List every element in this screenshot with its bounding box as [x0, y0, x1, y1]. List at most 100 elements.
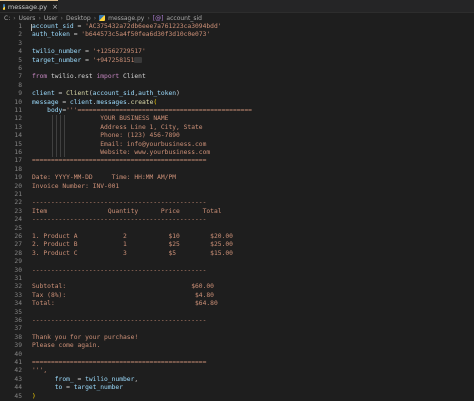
code-token: ) — [176, 90, 180, 98]
breadcrumb-item-drive[interactable]: C: — [4, 15, 10, 22]
code-line[interactable]: 11 body='''=============================… — [0, 107, 474, 115]
code-line[interactable]: 27 2. Product B 1 $25 $25.00 — [0, 241, 474, 249]
code-line[interactable]: 1 account_sid = 'AC375432a72db6eee7a76122… — [0, 23, 474, 31]
code-line[interactable]: 2 auth_token = 'b644573c5a4f50fea6d30f3d1… — [0, 31, 474, 39]
code-line[interactable]: 8 — [0, 82, 474, 90]
code-token: = — [73, 23, 86, 30]
code-text: message = client.messages.create( — [32, 99, 157, 107]
tab-label: message.py — [7, 2, 48, 11]
breadcrumb-item-symbol[interactable]: account_sid — [166, 15, 202, 22]
code-token: Tax (8%): $4.80 — [32, 291, 214, 299]
code-text: 1. Product A 2 $10 $20.00 — [32, 233, 233, 241]
code-token: Website: www.yourbusiness.com — [32, 149, 211, 156]
code-token: ) — [32, 392, 36, 400]
code-token: twilio_number — [32, 48, 82, 56]
code-line[interactable]: 29 — [0, 258, 474, 266]
code-text: Subtotal: $60.00 — [32, 283, 214, 291]
code-token: 'b644573c5a4f50fea6d30f3d10c0e073' — [81, 31, 211, 39]
code-line[interactable]: 21 — [0, 191, 474, 199]
code-line[interactable]: 45) — [0, 393, 474, 401]
code-line[interactable]: 39 Please come again. — [0, 342, 474, 350]
code-text: ----------------------------------------… — [32, 317, 206, 325]
code-line[interactable]: 12 YOUR BUSINESS NAME — [0, 115, 474, 123]
breadcrumb-item-desktop[interactable]: Desktop — [66, 15, 91, 22]
code-text: to = target_number — [32, 384, 123, 392]
code-editor[interactable]: 1 account_sid = 'AC375432a72db6eee7a76122… — [0, 23, 474, 401]
code-line[interactable]: 44 to = target_number — [0, 384, 474, 392]
code-text: Address Line 1, City, State — [32, 124, 202, 132]
code-token: = — [73, 375, 86, 383]
code-line[interactable]: 26 1. Product A 2 $10 $20.00 — [0, 233, 474, 241]
code-line[interactable]: 19 Date: YYYY-MM-DD Time: HH:MM AM/PM — [0, 174, 474, 182]
code-text: Tax (8%): $4.80 — [32, 292, 214, 300]
code-line[interactable]: 33 Tax (8%): $4.80 — [0, 292, 474, 300]
line-number: 32 — [14, 283, 22, 291]
line-number: 39 — [14, 342, 22, 350]
tab-message-py[interactable]: message.py × — [0, 0, 58, 12]
indent-guide — [60, 115, 61, 158]
python-file-icon — [3, 3, 5, 10]
code-line[interactable]: 22 --------------------------------------… — [0, 199, 474, 207]
code-line[interactable]: 15 Email: info@yourbusiness.com — [0, 141, 474, 149]
code-line[interactable]: 36 --------------------------------------… — [0, 317, 474, 325]
code-line[interactable]: 25 — [0, 225, 474, 233]
line-number: 34 — [14, 300, 22, 308]
code-line[interactable]: 31 — [0, 275, 474, 283]
code-line[interactable]: 40 — [0, 351, 474, 359]
code-line[interactable]: 24 --------------------------------------… — [0, 216, 474, 224]
code-token: twilio_number — [85, 375, 135, 383]
code-line[interactable]: 6 — [0, 65, 474, 73]
line-number: 1 — [18, 23, 22, 30]
code-line[interactable]: 3 — [0, 40, 474, 48]
code-text: Date: YYYY-MM-DD Time: HH:MM AM/PM — [32, 174, 176, 182]
code-token: '+12562729517' — [92, 48, 146, 56]
breadcrumb-item-user[interactable]: User — [44, 15, 58, 22]
code-line[interactable]: 32 Subtotal: $60.00 — [0, 283, 474, 291]
code-line[interactable]: 9 client = Client(account_sid,auth_token) — [0, 90, 474, 98]
code-text: body='''================================… — [32, 107, 252, 115]
code-line[interactable]: 5 target_number = '+947258151 — [0, 56, 474, 65]
code-line[interactable]: 16 Website: www.yourbusiness.com — [0, 149, 474, 157]
line-number: 7 — [18, 73, 22, 81]
code-line[interactable]: 34 Total: $64.80 — [0, 300, 474, 308]
line-number: 5 — [18, 56, 22, 64]
code-line[interactable]: 7 from twilio.rest import Client — [0, 73, 474, 81]
line-number: 4 — [18, 48, 22, 56]
code-line[interactable]: 4 twilio_number = '+12562729517' — [0, 48, 474, 56]
breadcrumb-item-users[interactable]: Users — [19, 15, 36, 22]
code-text: Please come again. — [32, 342, 100, 350]
code-token: ----------------------------------------… — [32, 216, 207, 224]
code-line[interactable]: 14 Phone: (123) 456-7890 — [0, 132, 474, 140]
code-token: Client — [66, 90, 89, 98]
code-text: ----------------------------------------… — [32, 199, 206, 207]
code-line[interactable]: 28 3. Product C 3 $5 $15.00 — [0, 250, 474, 258]
code-line[interactable]: 37 — [0, 325, 474, 333]
code-token: message — [32, 98, 59, 106]
code-line[interactable]: 30 --------------------------------------… — [0, 267, 474, 275]
code-line[interactable]: 13 Address Line 1, City, State — [0, 124, 474, 132]
code-line[interactable]: 35 — [0, 309, 474, 317]
code-token: '+947258151 — [92, 56, 135, 64]
code-line[interactable]: 41 ======================================… — [0, 359, 474, 367]
code-token: Invoice Number: INV-001 — [32, 182, 120, 190]
close-icon[interactable]: × — [52, 3, 58, 11]
code-line[interactable]: 10 message = client.messages.create( — [0, 99, 474, 107]
code-token: Item Quantity Price Total — [32, 207, 222, 215]
line-number: 37 — [14, 325, 22, 333]
code-line[interactable]: 20 Invoice Number: INV-001 — [0, 183, 474, 191]
line-number: 35 — [14, 308, 22, 316]
line-number: 8 — [18, 81, 22, 89]
line-number: 40 — [14, 350, 22, 358]
code-text: 2. Product B 1 $25 $25.00 — [32, 241, 233, 249]
code-line[interactable]: 42 ''', — [0, 367, 474, 375]
code-line[interactable]: 23 Item Quantity Price Total — [0, 208, 474, 216]
breadcrumb-item-file[interactable]: message.py — [108, 15, 144, 22]
code-token: to — [32, 384, 63, 392]
code-line[interactable]: 18 — [0, 166, 474, 174]
code-line[interactable]: 43 from_ = twilio_number, — [0, 376, 474, 384]
code-token: ''', — [32, 367, 48, 375]
code-line[interactable]: 38 Thank you for your purchase! — [0, 334, 474, 342]
code-token: create — [130, 98, 154, 106]
code-token: ========================================… — [32, 157, 207, 165]
code-line[interactable]: 17 ======================================… — [0, 157, 474, 165]
